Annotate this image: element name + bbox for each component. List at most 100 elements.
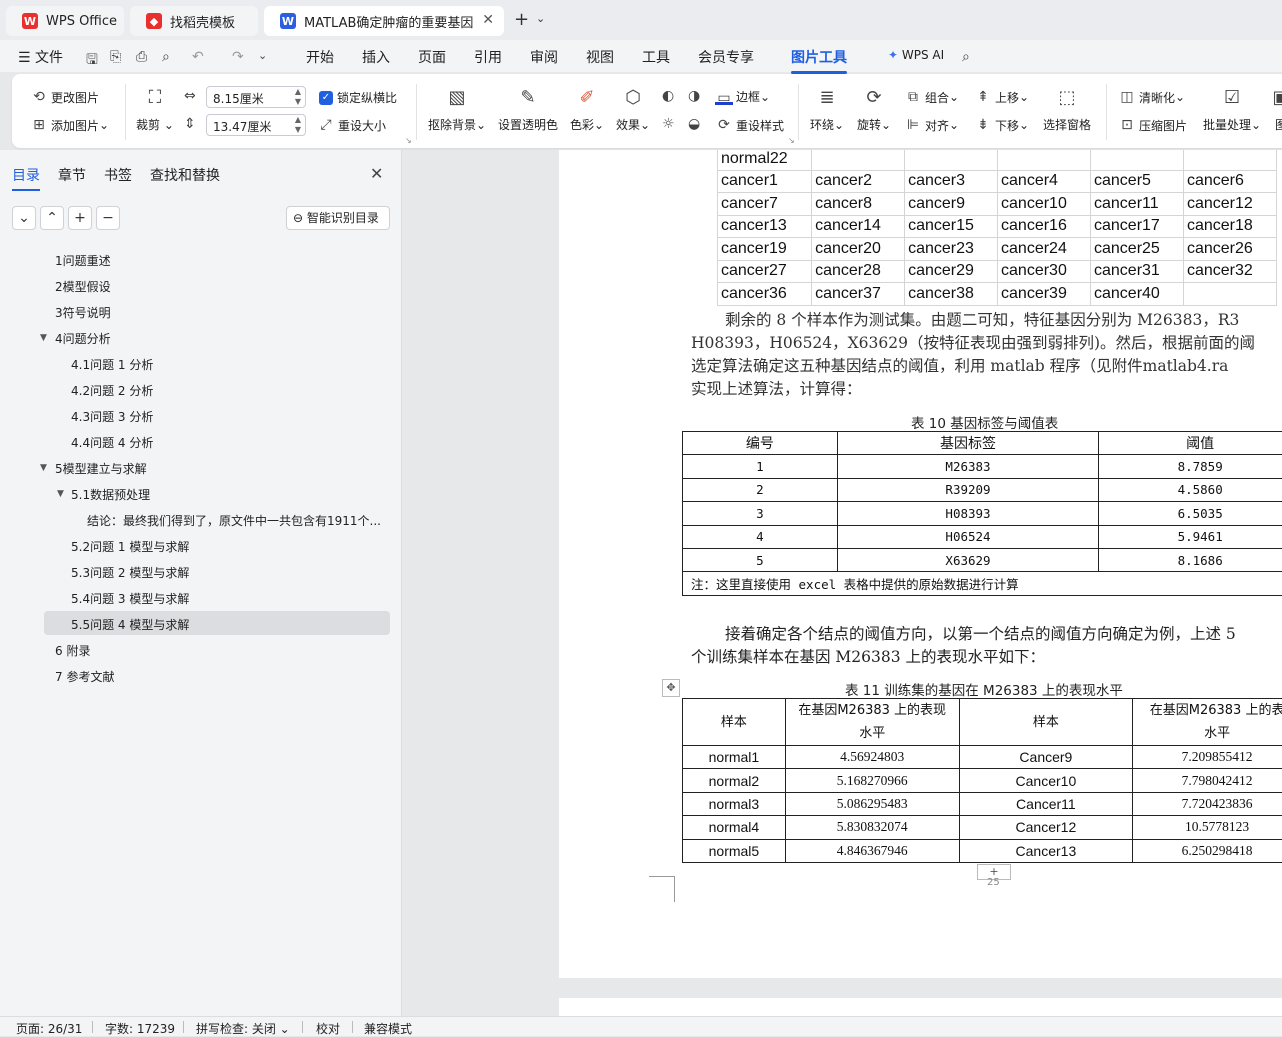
- table-cell[interactable]: cancer16: [998, 215, 1091, 238]
- crop-button[interactable]: ⛶裁剪 ⌄: [136, 86, 174, 133]
- status-proofread[interactable]: 校对: [316, 1020, 340, 1037]
- table-header-cell[interactable]: 样本: [683, 699, 786, 746]
- undo-icon[interactable]: ↶: [192, 49, 204, 65]
- table-cell[interactable]: normal2: [683, 769, 786, 792]
- table-cell[interactable]: 5.9461: [1099, 525, 1282, 548]
- print-icon[interactable]: ⎙: [136, 49, 147, 65]
- table-cell[interactable]: 4.56924803: [785, 746, 959, 769]
- table-cell[interactable]: 7.720423836: [1133, 792, 1282, 815]
- expand-triangle-icon[interactable]: ▼: [57, 489, 64, 499]
- table-cell[interactable]: 8.1686: [1099, 548, 1282, 571]
- toc-item-selected[interactable]: 5.5问题 4 模型与求解: [71, 616, 189, 633]
- table-cell[interactable]: Cancer9: [959, 746, 1133, 769]
- table-cell[interactable]: 4.5860: [1099, 478, 1282, 501]
- training-expression-table[interactable]: 样本在基因M26383 上的表现 水平样本在基因M26383 上的表 水平 no…: [682, 698, 1282, 863]
- color-button[interactable]: ✐色彩⌄: [570, 86, 604, 133]
- table-cell[interactable]: 3: [683, 502, 838, 525]
- table-cell[interactable]: 6.250298418: [1133, 839, 1282, 862]
- table-cell[interactable]: 2: [683, 478, 838, 501]
- toc-item[interactable]: 1问题重述: [55, 252, 111, 269]
- table-cell[interactable]: cancer28: [812, 260, 905, 283]
- table-cell[interactable]: cancer26: [1183, 238, 1276, 261]
- table-cell[interactable]: H08393: [837, 502, 1099, 525]
- remove-heading-button[interactable]: −: [96, 206, 120, 230]
- table-cell[interactable]: cancer6: [1183, 170, 1276, 193]
- toc-item[interactable]: 5.4问题 3 模型与求解: [71, 590, 189, 607]
- table-cell[interactable]: H06524: [837, 525, 1099, 548]
- table-cell[interactable]: cancer36: [718, 283, 812, 306]
- promote-heading-button[interactable]: ⌃: [40, 206, 64, 230]
- brightness-down-icon[interactable]: ☼: [662, 116, 675, 132]
- table-cell[interactable]: 4.846367946: [785, 839, 959, 862]
- toc-item[interactable]: 4.2问题 2 分析: [71, 382, 153, 399]
- next-page[interactable]: [559, 998, 1282, 1016]
- table-cell[interactable]: cancer23: [905, 238, 998, 261]
- table-cell[interactable]: 4: [683, 525, 838, 548]
- move-down-button[interactable]: ⇟下移 ⌄: [974, 116, 1029, 134]
- new-tab-icon[interactable]: +: [514, 9, 529, 30]
- table-cell[interactable]: cancer10: [998, 193, 1091, 216]
- table-cell[interactable]: 6.5035: [1099, 502, 1282, 525]
- reset-size-button[interactable]: ⤢重设大小: [317, 116, 386, 134]
- change-picture-button[interactable]: ⟲更改图片: [30, 88, 99, 106]
- table-cell[interactable]: cancer30: [998, 260, 1091, 283]
- table-cell[interactable]: cancer11: [1091, 193, 1184, 216]
- expand-triangle-icon[interactable]: ▼: [40, 333, 47, 343]
- table-cell[interactable]: Cancer12: [959, 816, 1133, 839]
- table-cell[interactable]: cancer15: [905, 215, 998, 238]
- table-cell[interactable]: R39209: [837, 478, 1099, 501]
- table-cell[interactable]: cancer38: [905, 283, 998, 306]
- menu-file[interactable]: ☰ 文件: [18, 47, 63, 67]
- collapse-all-button[interactable]: ⌄: [12, 206, 36, 230]
- select-pane-button[interactable]: ⬚选择窗格: [1043, 86, 1091, 133]
- table-cell[interactable]: normal5: [683, 839, 786, 862]
- menu-home[interactable]: 开始: [306, 47, 334, 67]
- document-canvas[interactable]: normal22cancer1cancer2cancer3cancer4canc…: [403, 150, 1282, 1016]
- menu-view[interactable]: 视图: [586, 47, 614, 67]
- menu-review[interactable]: 审阅: [530, 47, 558, 67]
- toc-item[interactable]: 4.3问题 3 分析: [71, 408, 153, 425]
- expand-triangle-icon[interactable]: ▼: [40, 463, 47, 473]
- table-cell[interactable]: cancer19: [718, 238, 812, 261]
- print-preview-icon[interactable]: ⌕: [162, 49, 170, 65]
- table-cell[interactable]: cancer27: [718, 260, 812, 283]
- height-spin-icon[interactable]: ▲▼: [295, 115, 301, 135]
- table-cell[interactable]: [905, 150, 998, 170]
- menu-picture-tools[interactable]: 图片工具: [791, 47, 847, 67]
- table-cell[interactable]: normal1: [683, 746, 786, 769]
- table-cell[interactable]: cancer40: [1091, 283, 1184, 306]
- table-cell[interactable]: cancer8: [812, 193, 905, 216]
- table-cell[interactable]: 5.086295483: [785, 792, 959, 815]
- paragraph-line[interactable]: H08393，H06524，X63629（按特征表现由强到弱排列)。然后，根据前…: [691, 331, 1255, 353]
- table-cell[interactable]: 7.798042412: [1133, 769, 1282, 792]
- redo-icon[interactable]: ↷: [232, 49, 244, 65]
- toc-item[interactable]: 5.1数据预处理: [71, 486, 150, 503]
- table-cell[interactable]: Cancer10: [959, 769, 1133, 792]
- pane-tab-sections[interactable]: 章节: [58, 165, 86, 185]
- table-cell[interactable]: [812, 150, 905, 170]
- table-cell[interactable]: cancer4: [998, 170, 1091, 193]
- width-input[interactable]: 8.15厘米▲▼: [206, 86, 306, 108]
- contrast-up-icon[interactable]: ◑: [688, 88, 700, 104]
- menu-tools[interactable]: 工具: [642, 47, 670, 67]
- table-cell[interactable]: cancer5: [1091, 170, 1184, 193]
- table-cell[interactable]: cancer3: [905, 170, 998, 193]
- menu-wps-ai[interactable]: ✦ WPS AI: [888, 48, 944, 62]
- status-word-count[interactable]: 字数: 17239: [105, 1020, 175, 1037]
- paragraph-line[interactable]: 剩余的 8 个样本作为测试集。由题二可知，特征基因分别为 M26383，R3: [725, 308, 1239, 330]
- table-header-cell[interactable]: 编号: [683, 432, 838, 455]
- tab-document[interactable]: W MATLAB确定肿瘤的重要基因 ✕: [264, 6, 504, 36]
- table-cell[interactable]: cancer14: [812, 215, 905, 238]
- table-cell[interactable]: 5.830832074: [785, 816, 959, 839]
- table-cell[interactable]: normal4: [683, 816, 786, 839]
- table-cell[interactable]: [998, 150, 1091, 170]
- table-cell[interactable]: cancer1: [718, 170, 812, 193]
- menu-reference[interactable]: 引用: [474, 47, 502, 67]
- menu-member[interactable]: 会员专享: [698, 47, 754, 67]
- gene-threshold-table[interactable]: 编号基因标签阈值 1M263838.78592R392094.58603H083…: [682, 431, 1282, 596]
- remove-background-button[interactable]: ▧抠除背景⌄: [428, 86, 486, 133]
- lock-ratio-checkbox[interactable]: ✓锁定纵横比: [319, 89, 397, 106]
- table-cell[interactable]: cancer18: [1183, 215, 1276, 238]
- toc-item[interactable]: 4.1问题 1 分析: [71, 356, 153, 373]
- table-cell[interactable]: cancer39: [998, 283, 1091, 306]
